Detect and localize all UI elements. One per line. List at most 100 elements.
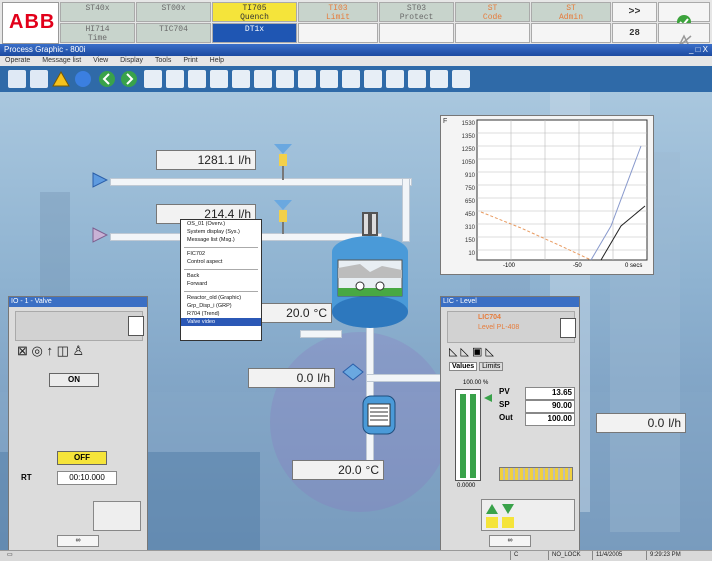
alarm-cell[interactable]: ST Admin — [531, 2, 611, 22]
right-flow-value[interactable]: 0.0 l/h — [596, 413, 686, 433]
lower-temp-value[interactable]: 20.0 °C — [292, 460, 384, 480]
context-menu-item[interactable]: R704 (Trend) — [181, 310, 261, 318]
window-icon[interactable] — [342, 70, 360, 88]
context-menu-item[interactable]: Reactor_old (Graphic) — [181, 294, 261, 302]
context-menu-item[interactable]: Control aspect — [181, 258, 261, 266]
value-label: PV — [499, 387, 510, 396]
menu-print[interactable]: Print — [183, 57, 197, 64]
menu-message-list[interactable]: Message list — [42, 57, 81, 64]
alarm-cell-empty[interactable] — [531, 23, 611, 43]
sp-value[interactable]: 90.00 — [525, 400, 575, 413]
context-menu-item[interactable]: Forward — [181, 280, 261, 288]
valve-icon[interactable] — [272, 142, 294, 186]
inlet-arrow-icon[interactable] — [92, 172, 108, 188]
pv-value[interactable]: 13.65 — [525, 387, 575, 400]
alarm-cell-selected[interactable]: DT1x — [212, 23, 297, 43]
rt-value[interactable]: 00:10.000 — [57, 471, 117, 485]
display-icon[interactable] — [166, 70, 184, 88]
alarm-cell-empty[interactable] — [298, 23, 378, 43]
trend-display[interactable]: F 1530 1350 1250 1050 910 750 650 450 31… — [440, 115, 654, 275]
on-button[interactable]: ON — [49, 373, 99, 387]
menu-operate[interactable]: Operate — [5, 57, 30, 64]
window-title-bar: Process Graphic - 800i _ □ X — [0, 44, 712, 56]
alarm-cell-empty[interactable] — [455, 23, 530, 43]
document-icon[interactable] — [232, 70, 250, 88]
valve-icon[interactable] — [342, 362, 364, 382]
grid-icon[interactable] — [188, 70, 206, 88]
alarm-bell-icon[interactable] — [128, 316, 144, 336]
heat-exchanger[interactable] — [360, 392, 398, 438]
trend-y-tick: 450 — [464, 212, 475, 218]
silence-icon[interactable] — [658, 23, 710, 49]
alarm-cell[interactable]: ST Code — [455, 2, 530, 22]
valve-icon[interactable] — [272, 198, 294, 236]
mode-buttons[interactable] — [93, 501, 141, 531]
mode-icons[interactable]: ◺ ◺ ▣ ◺ — [449, 345, 573, 359]
document-icon[interactable] — [254, 70, 272, 88]
value-label: Out — [499, 413, 513, 422]
faceplate-view-switch[interactable]: ∞ — [57, 535, 99, 547]
context-menu-item[interactable]: System display (Sys.) — [181, 228, 261, 236]
menu-help[interactable]: Help — [210, 57, 224, 64]
bell-icon[interactable] — [452, 70, 470, 88]
alarm-cell-active[interactable]: TI705 Quench — [212, 2, 297, 22]
chart-icon[interactable] — [276, 70, 294, 88]
trend-y-tick: 1350 — [461, 134, 475, 140]
outlet-flow-value[interactable]: 0.0 l/h — [248, 368, 335, 388]
context-menu-item[interactable]: Back — [181, 272, 261, 280]
more-alarms-button[interactable]: >> — [612, 2, 657, 22]
reactor-temp-value[interactable]: 20.0 °C — [250, 303, 332, 323]
context-menu-item[interactable]: FIC702 — [181, 250, 261, 258]
window-icon[interactable] — [364, 70, 382, 88]
tree-icon[interactable] — [30, 70, 48, 88]
out-value[interactable]: 100.00 — [525, 413, 575, 426]
rt-label: RT — [21, 473, 32, 482]
sp-marker-icon — [484, 394, 492, 402]
trend-y-tick: 10 — [468, 251, 475, 257]
alarm-cell[interactable]: ST40x — [60, 2, 135, 22]
tab-values[interactable]: Values — [449, 362, 478, 371]
off-button[interactable]: OFF — [57, 451, 107, 465]
window-icon[interactable] — [386, 70, 404, 88]
flow-top-value[interactable]: 1281.1 l/h — [156, 150, 256, 170]
alarm-cell-empty[interactable] — [379, 23, 454, 43]
alarm-bell-icon[interactable] — [560, 318, 576, 338]
warning-icon[interactable] — [52, 70, 70, 88]
out-bar — [470, 394, 476, 478]
menu-tools[interactable]: Tools — [155, 57, 171, 64]
faceplate-title: IO - 1 - Valve — [9, 297, 147, 307]
alarm-cell[interactable]: ST03 Protect — [379, 2, 454, 22]
tab-limits[interactable]: Limits — [479, 362, 504, 371]
overview-icon[interactable] — [8, 70, 26, 88]
bell-icon[interactable] — [430, 70, 448, 88]
alarm-cell[interactable]: TIC704 — [136, 23, 211, 43]
menu-display[interactable]: Display — [120, 57, 143, 64]
layout-icon[interactable] — [408, 70, 426, 88]
status-icon[interactable]: ▭ — [4, 551, 16, 560]
acknowledge-icon[interactable] — [658, 2, 710, 29]
grid-icon[interactable] — [210, 70, 228, 88]
context-menu-item-selected[interactable]: Valve video — [181, 318, 261, 326]
context-menu-item[interactable]: Message list (Msg.) — [181, 236, 261, 244]
inlet-arrow-icon[interactable] — [92, 227, 108, 243]
forward-icon[interactable] — [120, 70, 138, 88]
alarm-cell[interactable]: ST00x — [136, 2, 211, 22]
alarm-cell[interactable]: TI03 Limit — [298, 2, 378, 22]
faceplate-view-switch[interactable]: ∞ — [489, 535, 531, 547]
chart-icon[interactable] — [298, 70, 316, 88]
back-icon[interactable] — [98, 70, 116, 88]
status-bar: ▭ C NO_LOCK 11/4/2005 9:29:23 PM — [0, 550, 712, 561]
reactor-vessel[interactable] — [330, 212, 410, 330]
context-menu-item[interactable]: OS_01 (Overv.) — [181, 220, 261, 228]
alarm-cell[interactable]: HI714 Time — [60, 23, 135, 43]
faceplate-header — [15, 311, 144, 341]
window-controls[interactable]: _ □ X — [689, 44, 708, 56]
display-icon[interactable] — [144, 70, 162, 88]
window-icon[interactable] — [320, 70, 338, 88]
trend-y-tick: 910 — [464, 173, 475, 179]
menu-view[interactable]: View — [93, 57, 108, 64]
control-buttons[interactable] — [481, 499, 575, 531]
faceplate-title: LIC - Level — [441, 297, 579, 307]
info-icon[interactable] — [74, 70, 92, 88]
context-menu-item[interactable]: Grp_Disp_i (GRP) — [181, 302, 261, 310]
